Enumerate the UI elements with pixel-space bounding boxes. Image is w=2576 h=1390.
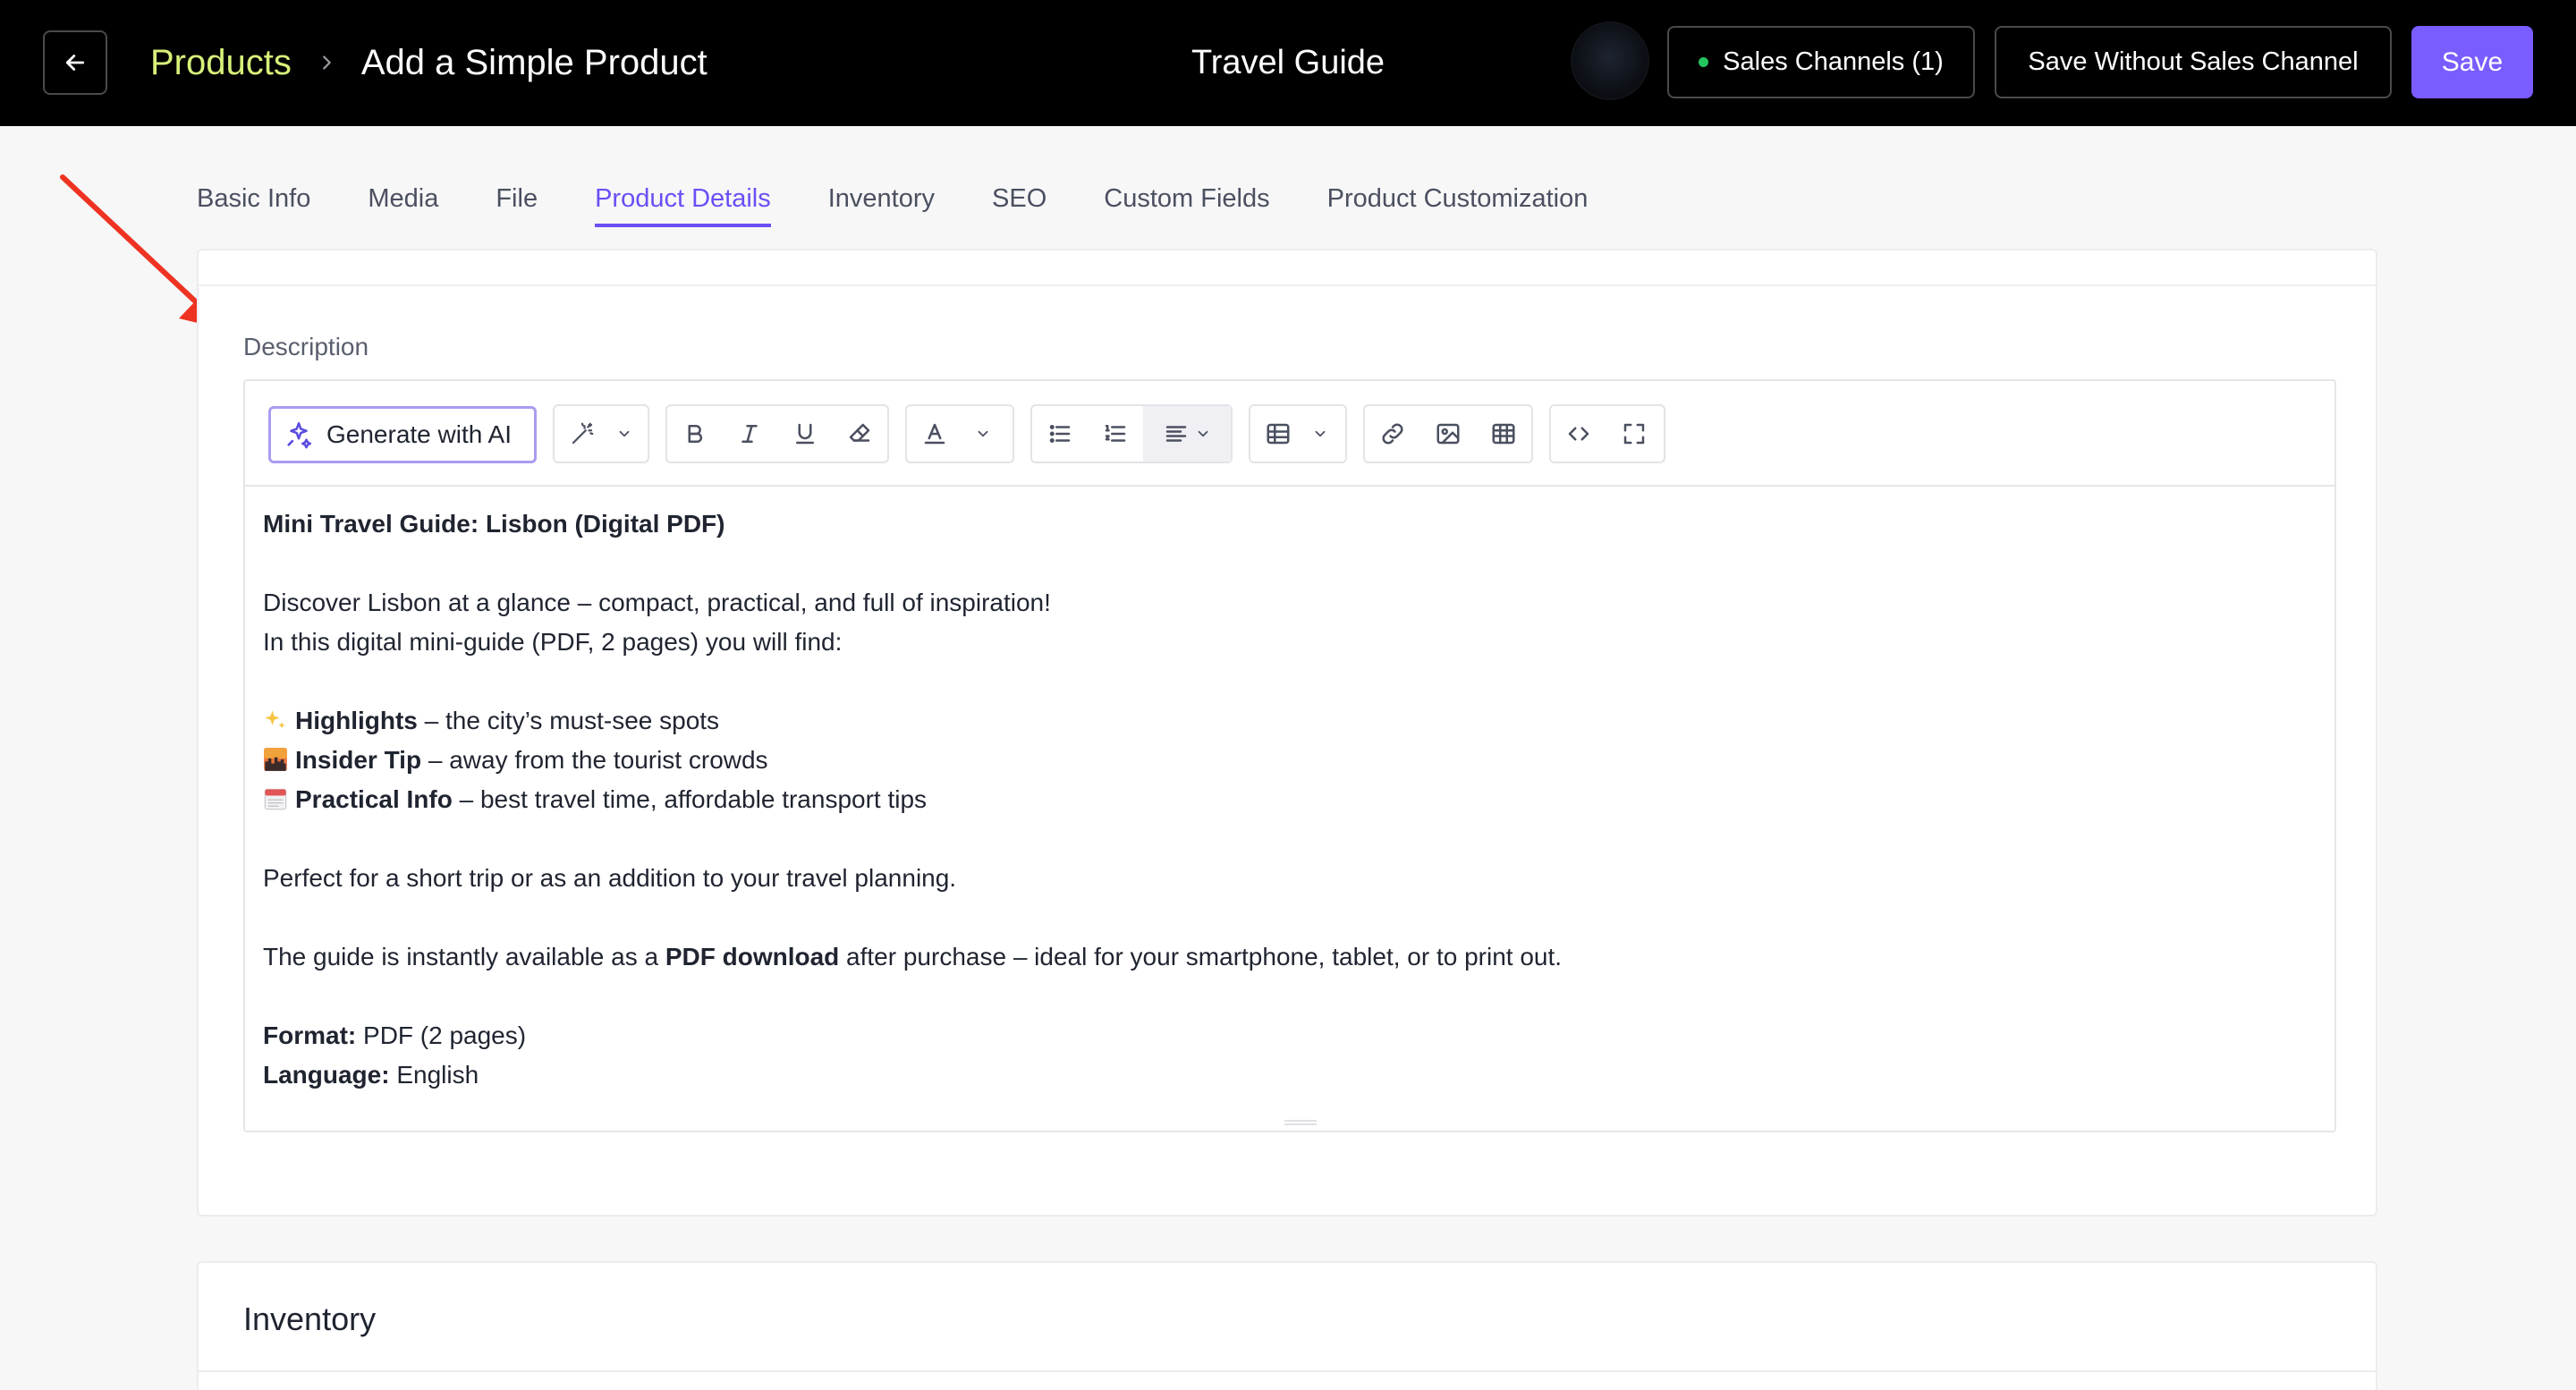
arrow-left-icon [65, 55, 85, 71]
sales-channels-label: Sales Channels (1) [1723, 47, 1944, 76]
align-left-icon [1165, 426, 1187, 442]
ai-sparkle-icon [287, 421, 312, 449]
editor-content[interactable]: Mini Travel Guide: Lisbon (Digital PDF) … [263, 504, 2311, 1095]
chevron-down-icon [962, 406, 1004, 462]
save-label: Save [2441, 47, 2504, 77]
link-icon[interactable] [1365, 406, 1420, 462]
chevron-down-icon [1198, 430, 1208, 437]
bold-icon[interactable] [667, 406, 723, 462]
status-dot-icon [1699, 57, 1709, 67]
eraser-icon[interactable] [833, 406, 888, 462]
content-intro-1: Discover Lisbon at a glance – compact, p… [263, 589, 1051, 616]
ai-actions-dropdown[interactable] [553, 404, 649, 463]
editor-toolbar: Generate with AI [245, 381, 2334, 487]
product-name-title: Travel Guide [1191, 43, 1385, 81]
table-dropdown[interactable] [1249, 404, 1347, 463]
inventory-card: Inventory [197, 1261, 2377, 1390]
list-item: Practical Info – best travel time, affor… [263, 780, 2311, 819]
tab-inventory[interactable]: Inventory [828, 175, 935, 227]
save-button[interactable]: Save [2411, 26, 2533, 98]
text-format-group [665, 404, 889, 463]
bullet-list-icon[interactable] [1032, 406, 1088, 462]
image-icon[interactable] [1420, 406, 1476, 462]
content-perfect: Perfect for a short trip or as an additi… [263, 864, 957, 892]
table-icon [1250, 406, 1306, 462]
description-label: Description [243, 333, 369, 360]
list-item: Insider Tip – away from the tourist crow… [263, 741, 2311, 780]
align-dropdown[interactable] [1143, 406, 1231, 462]
content-heading: Mini Travel Guide: Lisbon (Digital PDF) [263, 510, 725, 538]
breadcrumb-products-link[interactable]: Products [150, 43, 292, 83]
tab-basic-info[interactable]: Basic Info [197, 175, 310, 227]
text-color-icon [907, 406, 962, 462]
code-icon[interactable] [1551, 406, 1606, 462]
magic-wand-icon [555, 406, 610, 462]
content-language: Language: English [263, 1061, 479, 1089]
tab-file[interactable]: File [496, 175, 538, 227]
tab-custom-fields[interactable]: Custom Fields [1104, 175, 1269, 227]
back-button[interactable] [43, 30, 107, 95]
chevron-down-icon [610, 406, 639, 462]
inventory-title: Inventory [243, 1301, 377, 1337]
list-item: Highlights – the city’s must-see spots [263, 701, 2311, 741]
sales-channels-button[interactable]: Sales Channels (1) [1667, 26, 1975, 98]
chevron-right-icon [317, 53, 336, 72]
avatar[interactable] [1572, 23, 1648, 98]
chevron-down-icon [1306, 406, 1335, 462]
sparkles-icon [265, 710, 285, 729]
view-group [1549, 404, 1665, 463]
list-align-group [1030, 404, 1233, 463]
breadcrumb: Products Add a Simple Product [150, 32, 708, 93]
tab-product-customization[interactable]: Product Customization [1327, 175, 1589, 227]
underline-icon[interactable] [777, 406, 833, 462]
save-without-sales-channel-label: Save Without Sales Channel [2028, 47, 2359, 76]
content-format: Format: PDF (2 pages) [263, 1021, 527, 1049]
product-tabs: Basic Info Media File Product Details In… [197, 175, 1645, 231]
tab-media[interactable]: Media [368, 175, 438, 227]
insert-group [1363, 404, 1533, 463]
sunset-city-icon [264, 748, 287, 771]
description-editor[interactable]: Generate with AI Mini Travel Guide: Lisb… [243, 379, 2336, 1132]
numbered-list-icon[interactable] [1088, 406, 1143, 462]
resize-handle-icon[interactable] [1283, 1118, 1318, 1127]
fullscreen-icon[interactable] [1606, 406, 1662, 462]
text-color-dropdown[interactable] [905, 404, 1014, 463]
italic-icon[interactable] [723, 406, 778, 462]
content-intro-2: In this digital mini-guide (PDF, 2 pages… [263, 628, 843, 656]
top-bar: Products Add a Simple Product Travel Gui… [0, 0, 2576, 126]
card-header-strip [199, 250, 2376, 286]
save-without-sales-channel-button[interactable]: Save Without Sales Channel [1995, 26, 2392, 98]
tab-seo[interactable]: SEO [992, 175, 1046, 227]
page-title: Add a Simple Product [360, 42, 708, 82]
divider [199, 1370, 2376, 1372]
product-details-card: Description Generate with AI Mini Travel… [197, 249, 2377, 1216]
content-download: The guide is instantly available as a PD… [263, 943, 1563, 970]
calendar-icon [264, 788, 287, 810]
grid-icon[interactable] [1476, 406, 1531, 462]
tab-product-details[interactable]: Product Details [595, 175, 771, 227]
generate-with-ai-label: Generate with AI [326, 420, 513, 448]
generate-with-ai-button[interactable]: Generate with AI [268, 406, 537, 463]
